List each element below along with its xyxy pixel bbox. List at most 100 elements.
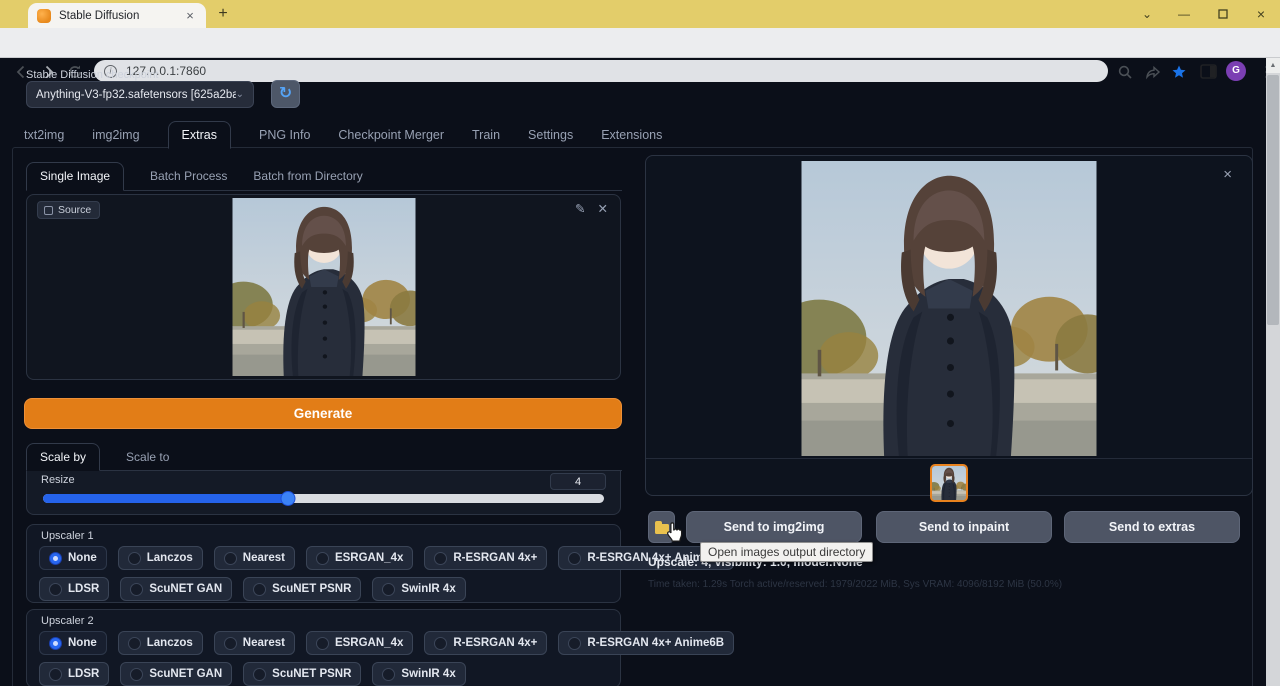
new-tab-button[interactable]: + (214, 5, 232, 23)
scrollbar-thumb[interactable] (1267, 75, 1279, 325)
tab-close-icon[interactable]: × (182, 8, 198, 24)
checkpoint-dropdown[interactable]: Anything-V3-fp32.safetensors [625a2ba2] … (26, 81, 254, 108)
tab-scale-by[interactable]: Scale by (26, 443, 100, 471)
checkpoint-value: Anything-V3-fp32.safetensors [625a2ba2] (36, 89, 236, 101)
radio-icon (130, 583, 143, 596)
gallery-thumbnail-selected[interactable] (930, 464, 968, 502)
source-chip: Source (37, 201, 100, 219)
mode-tab-bar: Single Image Batch Process Batch from Di… (26, 161, 622, 191)
send-to-inpaint-button[interactable]: Send to inpaint (876, 511, 1052, 543)
zoom-icon[interactable] (1114, 61, 1135, 82)
radio-option-label: Nearest (243, 637, 285, 649)
tab-txt2img[interactable]: txt2img (24, 122, 64, 148)
bookmark-star-icon[interactable] (1168, 61, 1189, 82)
tab-checkpoint-merger[interactable]: Checkpoint Merger (338, 122, 444, 148)
radio-option-label: LDSR (68, 583, 99, 595)
upscaler-option-scunet-psnr[interactable]: ScuNET PSNR (243, 662, 361, 686)
address-bar[interactable]: i 127.0.0.1:7860 (94, 60, 1108, 82)
profile-avatar[interactable]: G (1226, 61, 1246, 81)
image-icon (44, 206, 53, 215)
upscaler-option-none[interactable]: None (39, 631, 107, 655)
radio-icon (382, 668, 395, 681)
tab-single-image[interactable]: Single Image (26, 162, 124, 191)
upscaler-option-swinir-4x[interactable]: SwinIR 4x (372, 577, 465, 601)
resize-label: Resize (41, 474, 75, 486)
browser-tab-strip: Stable Diffusion × + ⌄ — × (0, 0, 1280, 28)
side-panel-icon[interactable] (1198, 61, 1219, 82)
upscaler-option-esrgan-4x[interactable]: ESRGAN_4x (306, 546, 413, 570)
send-to-img2img-button[interactable]: Send to img2img (686, 511, 862, 543)
radio-option-label: ESRGAN_4x (335, 552, 403, 564)
upscaler-option-ldsr[interactable]: LDSR (39, 577, 109, 601)
share-icon[interactable] (1142, 61, 1163, 82)
upscaler-option-swinir-4x[interactable]: SwinIR 4x (372, 662, 465, 686)
slider-thumb[interactable] (281, 491, 296, 506)
slider-fill (43, 494, 288, 503)
clear-image-icon[interactable]: ✕ (598, 201, 608, 216)
radio-option-label: None (68, 637, 97, 649)
tab-batch-from-directory[interactable]: Batch from Directory (253, 163, 362, 190)
upscaler-1-group: Upscaler 1 None Lanczos Nearest ESRGAN_4x R-… (26, 524, 621, 603)
radio-icon (49, 637, 62, 650)
upscaler-option-scunet-gan[interactable]: ScuNET GAN (120, 662, 232, 686)
tab-title: Stable Diffusion (59, 10, 182, 22)
radio-icon (49, 552, 62, 565)
radio-option-label: ScuNET PSNR (272, 583, 351, 595)
tab-png-info[interactable]: PNG Info (259, 122, 310, 148)
gallery-close-icon[interactable]: × (1223, 166, 1232, 183)
page-scrollbar[interactable]: ▲ (1266, 58, 1280, 686)
radio-icon (382, 583, 395, 596)
tab-batch-process[interactable]: Batch Process (150, 163, 227, 190)
upscaler-option-ldsr[interactable]: LDSR (39, 662, 109, 686)
edit-image-icon[interactable]: ✎ (575, 201, 585, 216)
window-close-button[interactable]: × (1252, 5, 1270, 23)
browser-tab[interactable]: Stable Diffusion × (28, 3, 206, 28)
upscaler-option-none[interactable]: None (39, 546, 107, 570)
tab-train[interactable]: Train (472, 122, 500, 148)
result-image[interactable] (802, 161, 1097, 461)
radio-option-label: ScuNET PSNR (272, 668, 351, 680)
upscaler-1-label: Upscaler 1 (41, 530, 94, 542)
tab-scale-to[interactable]: Scale to (126, 444, 169, 470)
scrollbar-up-arrow[interactable]: ▲ (1266, 58, 1280, 73)
maximize-button[interactable] (1214, 5, 1232, 23)
radio-option-label: R-ESRGAN 4x+ (453, 552, 537, 564)
upscaler-option-r-esrgan-4x-anime6b[interactable]: R-ESRGAN 4x+ Anime6B (558, 631, 734, 655)
upscaler-option-r-esrgan-4x-[interactable]: R-ESRGAN 4x+ (424, 546, 547, 570)
tab-extras[interactable]: Extras (168, 121, 231, 149)
radio-icon (128, 637, 141, 650)
upscaler-option-nearest[interactable]: Nearest (214, 631, 295, 655)
upscaler-option-scunet-psnr[interactable]: ScuNET PSNR (243, 577, 361, 601)
tab-extensions[interactable]: Extensions (601, 122, 662, 148)
minimize-button[interactable]: — (1175, 5, 1193, 23)
resize-value-input[interactable]: 4 (550, 473, 606, 490)
radio-icon (253, 583, 266, 596)
radio-option-label: Lanczos (147, 552, 193, 564)
source-image-dropzone[interactable]: Source ✎ ✕ (26, 194, 621, 380)
upscaler-option-lanczos[interactable]: Lanczos (118, 631, 203, 655)
tab-search-icon[interactable]: ⌄ (1138, 5, 1156, 23)
radio-option-label: Lanczos (147, 637, 193, 649)
radio-option-label: SwinIR 4x (401, 668, 455, 680)
radio-icon (568, 552, 581, 565)
resize-slider[interactable] (43, 493, 604, 504)
checkpoint-label: Stable Diffusion checkpoint (26, 69, 159, 81)
tab-img2img[interactable]: img2img (92, 122, 139, 148)
radio-option-label: LDSR (68, 668, 99, 680)
main-tab-bar: txt2img img2img Extras PNG Info Checkpoi… (24, 119, 690, 148)
radio-icon (434, 552, 447, 565)
upscaler-option-scunet-gan[interactable]: ScuNET GAN (120, 577, 232, 601)
tab-settings[interactable]: Settings (528, 122, 573, 148)
radio-icon (316, 552, 329, 565)
generate-button[interactable]: Generate (24, 398, 622, 429)
radio-icon (224, 552, 237, 565)
send-to-extras-button[interactable]: Send to extras (1064, 511, 1240, 543)
upscaler-option-r-esrgan-4x-[interactable]: R-ESRGAN 4x+ (424, 631, 547, 655)
refresh-checkpoint-button[interactable]: ↻ (271, 80, 300, 108)
upscaler-option-nearest[interactable]: Nearest (214, 546, 295, 570)
upscaler-option-lanczos[interactable]: Lanczos (118, 546, 203, 570)
source-image (232, 198, 415, 381)
upscaler-option-esrgan-4x[interactable]: ESRGAN_4x (306, 631, 413, 655)
radio-option-label: ScuNET GAN (149, 583, 222, 595)
gallery-divider (646, 458, 1252, 459)
